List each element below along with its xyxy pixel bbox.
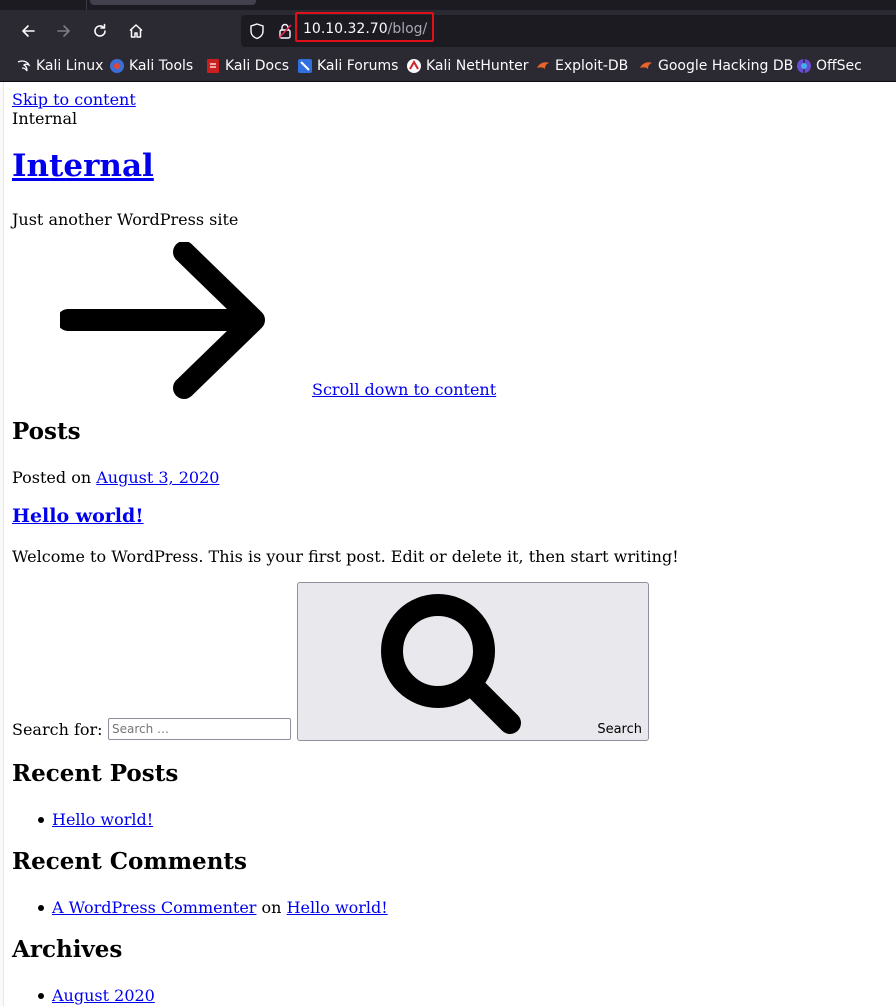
- url-path: /blog/: [387, 21, 428, 37]
- comment-author-link[interactable]: A WordPress Commenter: [52, 898, 256, 917]
- bookmark-label: Exploit-DB: [555, 58, 629, 74]
- bookmark-kali-nethunter[interactable]: Kali NetHunter: [406, 57, 528, 75]
- ghdb-icon: [640, 62, 652, 69]
- bookmark-kali-forums[interactable]: Kali Forums: [297, 57, 398, 75]
- kali-docs-icon: [207, 59, 219, 73]
- bookmark-label: Kali Forums: [317, 58, 399, 74]
- home-button[interactable]: [123, 18, 149, 44]
- bookmark-label: Kali Linux: [36, 58, 104, 74]
- kali-dragon-icon: [17, 60, 31, 72]
- site-tagline: Just another WordPress site: [12, 210, 239, 229]
- bookmark-kali-docs[interactable]: Kali Docs: [205, 57, 289, 75]
- insecure-lock-icon[interactable]: [276, 22, 294, 40]
- post-excerpt: Welcome to WordPress. This is your first…: [12, 547, 679, 566]
- active-tab[interactable]: [90, 0, 256, 5]
- kali-forums-icon: [298, 59, 312, 73]
- bookmark-label: Kali Tools: [129, 58, 194, 74]
- bookmark-google-hacking-db[interactable]: Google Hacking DB: [638, 57, 793, 75]
- scroll-down-link[interactable]: Scroll down to content: [312, 380, 496, 399]
- bookmark-offsec[interactable]: OffSec: [796, 57, 862, 75]
- offsec-icon: [797, 59, 811, 73]
- back-arrow-icon: [22, 25, 35, 37]
- list-bullet: [38, 993, 44, 999]
- tab-separator: [86, 0, 87, 10]
- bookmark-kali-tools[interactable]: Kali Tools: [109, 57, 193, 75]
- bookmark-exploit-db[interactable]: Exploit-DB: [535, 57, 628, 75]
- home-icon: [129, 24, 143, 38]
- search-input[interactable]: [108, 718, 291, 740]
- search-button-label: Search: [597, 722, 642, 737]
- reload-icon: [94, 23, 106, 37]
- bookmark-label: Kali Docs: [225, 58, 290, 74]
- list-bullet: [38, 817, 44, 823]
- search-button[interactable]: Search: [297, 582, 649, 741]
- comment-post-link[interactable]: Hello world!: [287, 898, 388, 917]
- bookmark-label: OffSec: [816, 58, 862, 74]
- archive-link[interactable]: August 2020: [52, 986, 155, 1005]
- post-title-link[interactable]: Hello world!: [12, 505, 144, 527]
- url-text[interactable]: 10.10.32.70/blog/: [303, 21, 427, 37]
- recent-comment-item: A WordPress Commenter on Hello world!: [52, 898, 388, 917]
- post-date-link[interactable]: August 3, 2020: [96, 468, 219, 487]
- nethunter-icon: [407, 59, 421, 73]
- forward-button[interactable]: [51, 18, 77, 44]
- bookmark-label: Google Hacking DB: [658, 58, 794, 74]
- skip-to-content-link[interactable]: Skip to content: [12, 90, 136, 109]
- search-icon: [381, 594, 521, 734]
- forward-arrow-icon: [57, 25, 70, 37]
- recent-comments-heading: Recent Comments: [12, 848, 247, 875]
- bookmarks-toolbar: Kali Linux Kali Tools Kali Docs Kali For…: [0, 52, 896, 82]
- browser-toolbar: [0, 10, 896, 52]
- tab-strip: [0, 0, 896, 10]
- url-host: 10.10.32.70: [303, 21, 388, 37]
- bookmark-label: Kali NetHunter: [426, 58, 529, 74]
- reload-button[interactable]: [87, 18, 113, 44]
- sidebar-edge: [0, 82, 4, 1006]
- exploit-db-icon: [537, 62, 549, 69]
- search-label: Search for:: [12, 720, 103, 739]
- archives-heading: Archives: [12, 936, 123, 963]
- bookmark-kali-linux[interactable]: Kali Linux: [16, 57, 103, 75]
- shield-icon[interactable]: [248, 22, 266, 40]
- posts-heading: Posts: [12, 418, 81, 445]
- arrow-right-icon: [60, 242, 265, 399]
- list-bullet: [38, 905, 44, 911]
- site-title-link[interactable]: Internal: [12, 148, 154, 184]
- kali-tools-icon: [110, 59, 124, 73]
- site-name-text: Internal: [12, 109, 78, 128]
- back-button[interactable]: [15, 18, 41, 44]
- recent-posts-heading: Recent Posts: [12, 760, 179, 787]
- recent-post-link[interactable]: Hello world!: [52, 810, 153, 829]
- posted-on-label: Posted on: [12, 468, 92, 487]
- comment-on-text: on: [261, 898, 282, 917]
- post-meta: Posted on August 3, 2020: [12, 468, 219, 487]
